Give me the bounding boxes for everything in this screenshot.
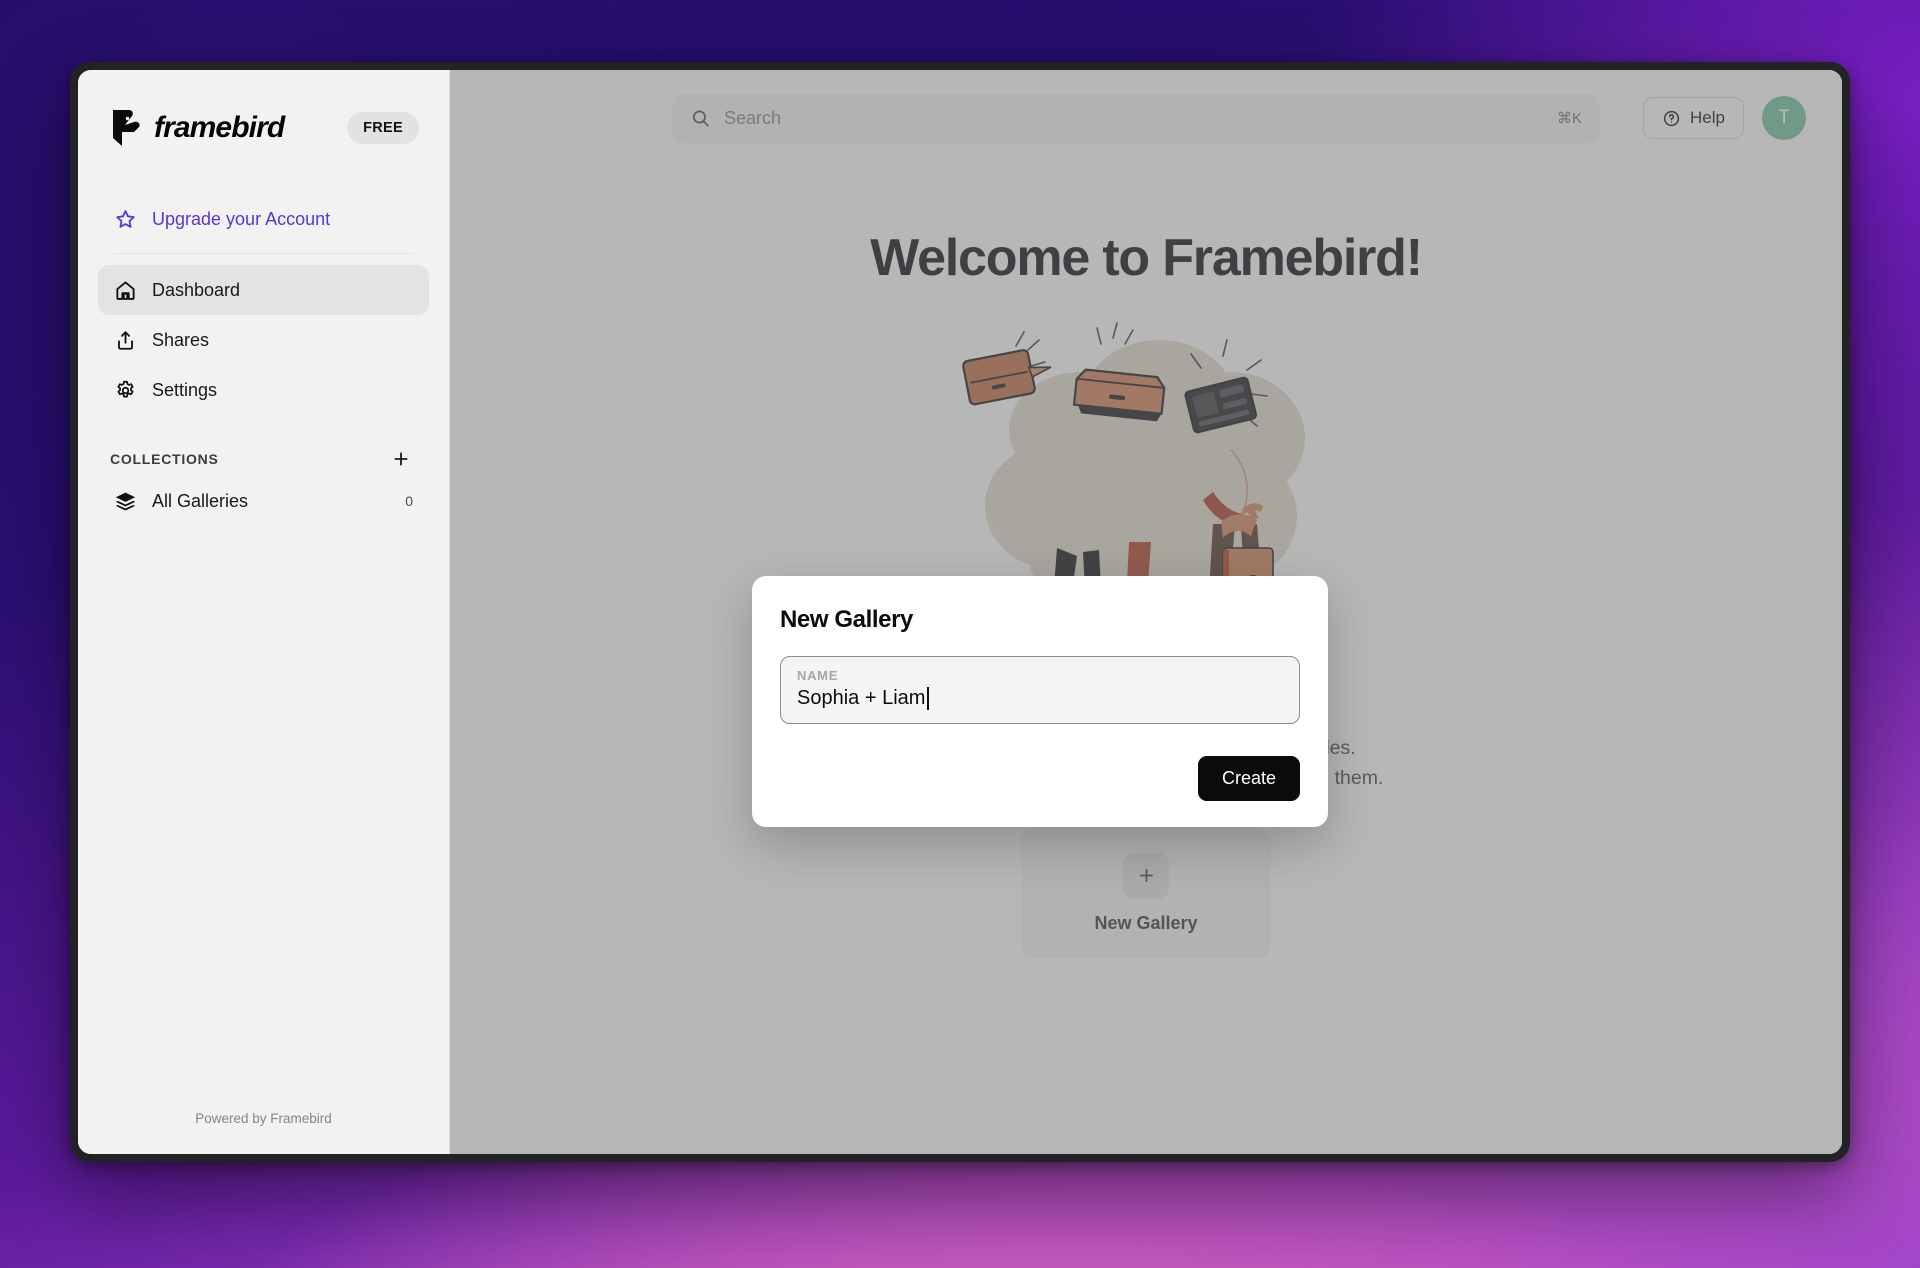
sidebar-item-label: Settings [152, 379, 218, 400]
search-shortcut-hint: ⌘K [1556, 110, 1582, 127]
question-circle-icon [1663, 110, 1680, 126]
dialog-title: New Gallery [780, 606, 914, 633]
text-caret [927, 687, 929, 710]
browser-window-frame: framebird FREE Upgrade your Account Dash… [70, 62, 1850, 1162]
search-box[interactable]: ⌘K [672, 93, 1600, 143]
avatar-initial: T [1778, 107, 1790, 128]
help-button-label: Help [1690, 108, 1725, 127]
new-gallery-card-label: New Gallery [1094, 912, 1198, 933]
collections-section-header: COLLECTIONS [78, 447, 449, 471]
sidebar-item-label: All Galleries [152, 490, 249, 511]
collections-title: COLLECTIONS [110, 451, 219, 467]
add-collection-button[interactable] [389, 447, 413, 471]
brand-name: framebird [154, 111, 285, 144]
sidebar-item-label: Upgrade your Account [152, 208, 331, 229]
name-field-label: NAME [797, 668, 839, 683]
sidebar-header: framebird FREE [78, 70, 449, 148]
sidebar-divider [114, 253, 413, 254]
search-input[interactable] [724, 107, 1544, 129]
create-button[interactable]: Create [1197, 756, 1300, 801]
search-icon [692, 110, 709, 127]
app-window: framebird FREE Upgrade your Account Dash… [78, 70, 1842, 1154]
new-gallery-plus-tile [1123, 852, 1169, 899]
plus-icon [1139, 869, 1153, 882]
dialog-actions: Create [780, 756, 1300, 801]
sidebar-item-all-galleries[interactable]: All Galleries 0 [98, 477, 429, 525]
top-bar-actions: Help T [1643, 96, 1806, 140]
sidebar: framebird FREE Upgrade your Account Dash… [78, 70, 450, 1154]
name-input-row [797, 687, 1283, 710]
desktop-background: framebird FREE Upgrade your Account Dash… [0, 0, 1920, 1268]
framebird-bird-mark-icon [113, 110, 140, 146]
star-icon [116, 209, 135, 228]
top-bar: ⌘K Help T [450, 70, 1842, 166]
sidebar-item-settings[interactable]: Settings [98, 365, 429, 415]
help-button[interactable]: Help [1643, 97, 1744, 139]
sidebar-item-dashboard[interactable]: Dashboard [98, 265, 429, 315]
page-title: Welcome to Framebird! [870, 229, 1423, 287]
layers-icon [115, 492, 136, 511]
name-input[interactable] [797, 687, 933, 710]
gear-icon [117, 380, 134, 397]
avatar[interactable]: T [1762, 96, 1806, 140]
collection-count: 0 [405, 493, 413, 509]
sidebar-nav: Upgrade your Account Dashboard Shares Se… [78, 194, 449, 415]
home-icon [116, 281, 135, 300]
plan-badge[interactable]: FREE [347, 112, 419, 144]
sidebar-footer: Powered by Framebird [195, 1111, 332, 1126]
new-gallery-card[interactable]: New Gallery [1021, 828, 1271, 958]
sidebar-item-shares[interactable]: Shares [98, 315, 429, 365]
name-field[interactable]: NAME [780, 656, 1300, 724]
new-gallery-dialog: New Gallery NAME Create [752, 576, 1328, 827]
sidebar-item-upgrade-account[interactable]: Upgrade your Account [98, 194, 429, 244]
share-upload-icon [118, 330, 133, 350]
sidebar-item-label: Dashboard [152, 279, 241, 300]
plus-icon [394, 452, 408, 466]
sidebar-item-label: Shares [152, 329, 210, 350]
brand[interactable]: framebird [110, 108, 285, 148]
